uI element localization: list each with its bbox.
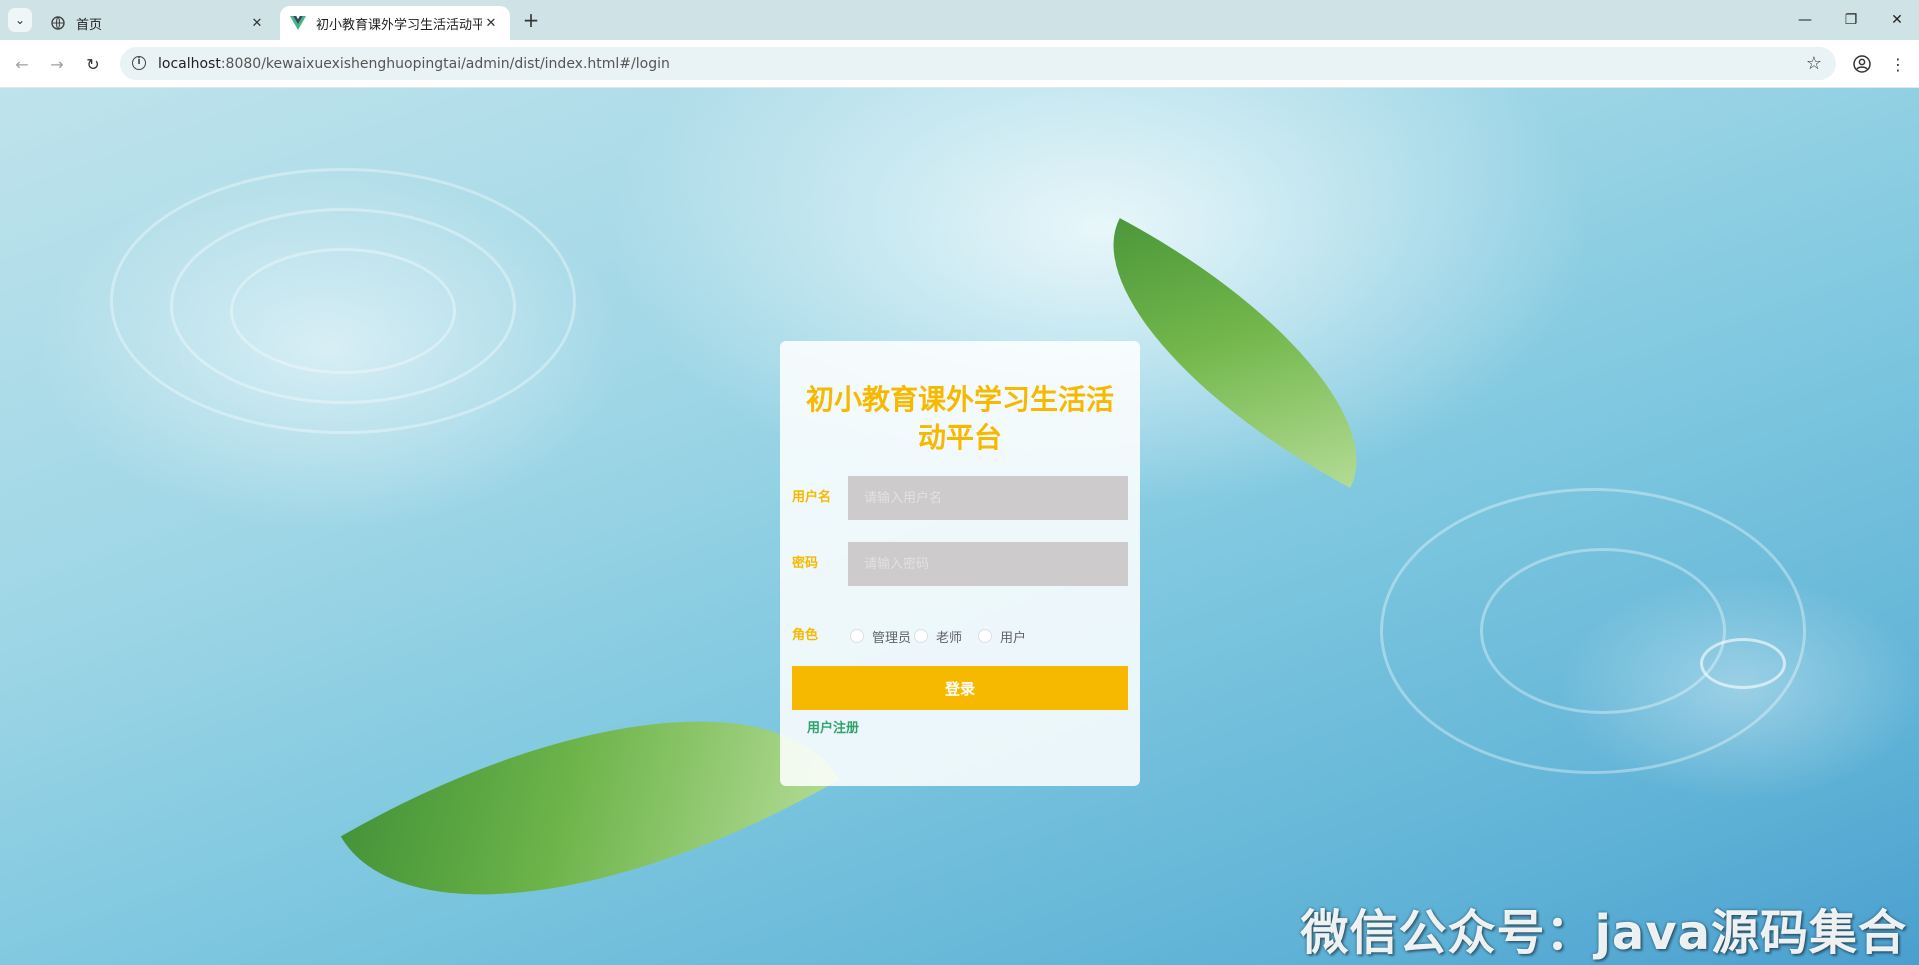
- menu-kebab-icon[interactable]: ⋮: [1886, 52, 1910, 76]
- role-label: 角色: [792, 628, 819, 643]
- tab-login[interactable]: 初小教育课外学习生活活动平台 ✕: [280, 6, 510, 40]
- leaf-decoration: [340, 606, 840, 965]
- bookmark-star-icon[interactable]: ☆: [1806, 53, 1822, 74]
- register-link[interactable]: 用户注册: [807, 717, 859, 736]
- address-host: localhost: [158, 55, 221, 72]
- username-label: 用户名: [792, 490, 832, 505]
- tab-home[interactable]: 首页 ✕: [40, 6, 276, 40]
- browser-toolbar: ← → ↻ i localhost:8080/kewaixuexishenghu…: [0, 40, 1919, 88]
- address-bar[interactable]: i localhost:8080/kewaixuexishenghuopingt…: [120, 47, 1836, 80]
- login-card: 初小教育课外学习生活活动平台 用户名 密码 角色 管理员 老师 用户 登录 用户…: [780, 341, 1140, 786]
- restore-icon[interactable]: ❐: [1836, 8, 1866, 32]
- new-tab-icon[interactable]: +: [520, 8, 542, 32]
- ripple-decoration: [1480, 548, 1726, 714]
- password-row: 密码: [792, 542, 1128, 586]
- vue-logo-icon: [290, 15, 306, 31]
- page-title: 初小教育课外学习生活活动平台: [805, 383, 1114, 454]
- globe-icon: [50, 15, 66, 31]
- role-option-label: 管理员: [872, 630, 912, 646]
- role-option-label: 老师: [936, 630, 963, 646]
- close-icon[interactable]: ✕: [482, 14, 500, 32]
- watermark: 微信公众号：java源码集合: [1300, 905, 1907, 961]
- password-label: 密码: [792, 556, 819, 571]
- site-info-icon[interactable]: i: [132, 56, 146, 70]
- role-radio-teacher[interactable]: 老师: [914, 628, 963, 646]
- forward-arrow-icon[interactable]: →: [43, 50, 71, 78]
- back-arrow-icon[interactable]: ←: [8, 50, 36, 78]
- radio-circle-icon[interactable]: [914, 629, 928, 643]
- role-row: 角色 管理员 老师 用户: [792, 621, 1128, 651]
- role-option-label: 用户: [1000, 630, 1027, 646]
- tab-title: 初小教育课外学习生活活动平台: [316, 17, 482, 33]
- profile-icon[interactable]: [1850, 52, 1874, 76]
- ripple-decoration: [1700, 638, 1786, 689]
- address-path: :8080/kewaixuexishenghuopingtai/admin/di…: [220, 55, 670, 72]
- radio-circle-icon[interactable]: [978, 629, 992, 643]
- window-close-icon[interactable]: ✕: [1882, 8, 1912, 32]
- role-radio-admin[interactable]: 管理员: [850, 628, 912, 646]
- ripple-decoration: [230, 248, 456, 374]
- minimize-icon[interactable]: —: [1790, 8, 1820, 32]
- login-button[interactable]: 登录: [792, 666, 1128, 710]
- tab-title: 首页: [76, 17, 103, 33]
- close-icon[interactable]: ✕: [248, 14, 266, 32]
- radio-circle-icon[interactable]: [850, 629, 864, 643]
- username-input[interactable]: [848, 476, 1128, 520]
- username-row: 用户名: [792, 476, 1128, 520]
- password-input[interactable]: [848, 542, 1128, 586]
- role-radio-user[interactable]: 用户: [978, 628, 1027, 646]
- tab-search-icon[interactable]: ⌄: [8, 8, 32, 32]
- reload-icon[interactable]: ↻: [79, 50, 107, 78]
- browser-tab-bar: ⌄ 首页 ✕ 初小教育课外学习生活活动平台 ✕ + — ❐ ✕: [0, 0, 1919, 40]
